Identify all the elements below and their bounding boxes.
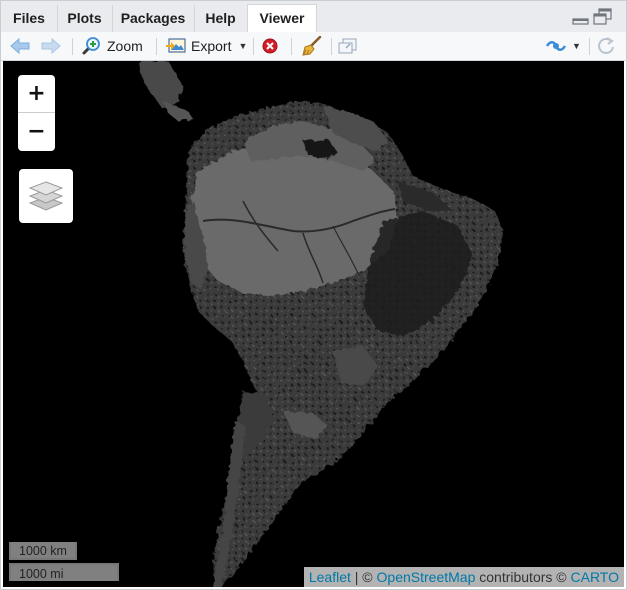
leaflet-map[interactable]: + − 1000 km 1000 mi Leaflet | © OpenStre… xyxy=(3,61,624,587)
tab-plots[interactable]: Plots xyxy=(57,5,113,32)
chevron-down-icon: ▼ xyxy=(238,41,248,51)
carto-link[interactable]: CARTO xyxy=(571,569,620,585)
south-america-land-tiles xyxy=(138,61,503,587)
map-attribution: Leaflet | © OpenStreetMap contributors ©… xyxy=(303,567,624,587)
forward-arrow-icon[interactable] xyxy=(40,32,64,60)
zoom-in-button[interactable]: + xyxy=(18,75,55,113)
pane-tab-bar: Files Plots Packages Help Viewer xyxy=(1,1,626,33)
zoom-control: + − xyxy=(18,75,55,151)
zoom-label: Zoom xyxy=(107,38,143,54)
chevron-down-icon: ▼ xyxy=(572,41,581,51)
viewer-pane: Files Plots Packages Help Viewer Zoom Ex… xyxy=(0,0,627,590)
viewer-toolbar: Zoom Export ▼ ▼ xyxy=(1,32,626,61)
tab-help[interactable]: Help xyxy=(194,5,248,32)
export-label: Export xyxy=(191,38,232,54)
attribution-contributors: contributors © xyxy=(475,569,571,585)
zoom-out-button[interactable]: − xyxy=(18,113,55,150)
back-arrow-icon[interactable] xyxy=(9,32,33,60)
attribution-separator: | © xyxy=(350,569,377,585)
scale-km: 1000 km xyxy=(9,542,77,560)
remove-viewer-icon[interactable] xyxy=(261,32,283,60)
leaflet-link[interactable]: Leaflet xyxy=(309,569,351,585)
export-icon xyxy=(165,37,187,55)
layers-icon xyxy=(28,180,64,217)
refresh-icon[interactable] xyxy=(596,32,618,60)
tab-viewer[interactable]: Viewer xyxy=(247,4,317,32)
minimize-pane-icon[interactable] xyxy=(572,11,590,25)
scale-mi: 1000 mi xyxy=(9,563,119,581)
broom-icon[interactable] xyxy=(301,32,325,60)
zoom-button[interactable]: Zoom xyxy=(81,32,143,60)
export-button[interactable]: Export ▼ xyxy=(165,32,247,60)
zoom-magnifier-icon xyxy=(81,36,101,56)
tab-files[interactable]: Files xyxy=(1,5,58,32)
maximize-pane-icon[interactable] xyxy=(593,8,613,26)
publish-icon xyxy=(545,38,567,54)
publish-button[interactable]: ▼ xyxy=(545,32,581,60)
show-in-new-window-icon[interactable] xyxy=(337,32,361,60)
layers-control-button[interactable] xyxy=(19,169,73,223)
tab-packages[interactable]: Packages xyxy=(112,5,195,32)
openstreetmap-link[interactable]: OpenStreetMap xyxy=(377,569,476,585)
